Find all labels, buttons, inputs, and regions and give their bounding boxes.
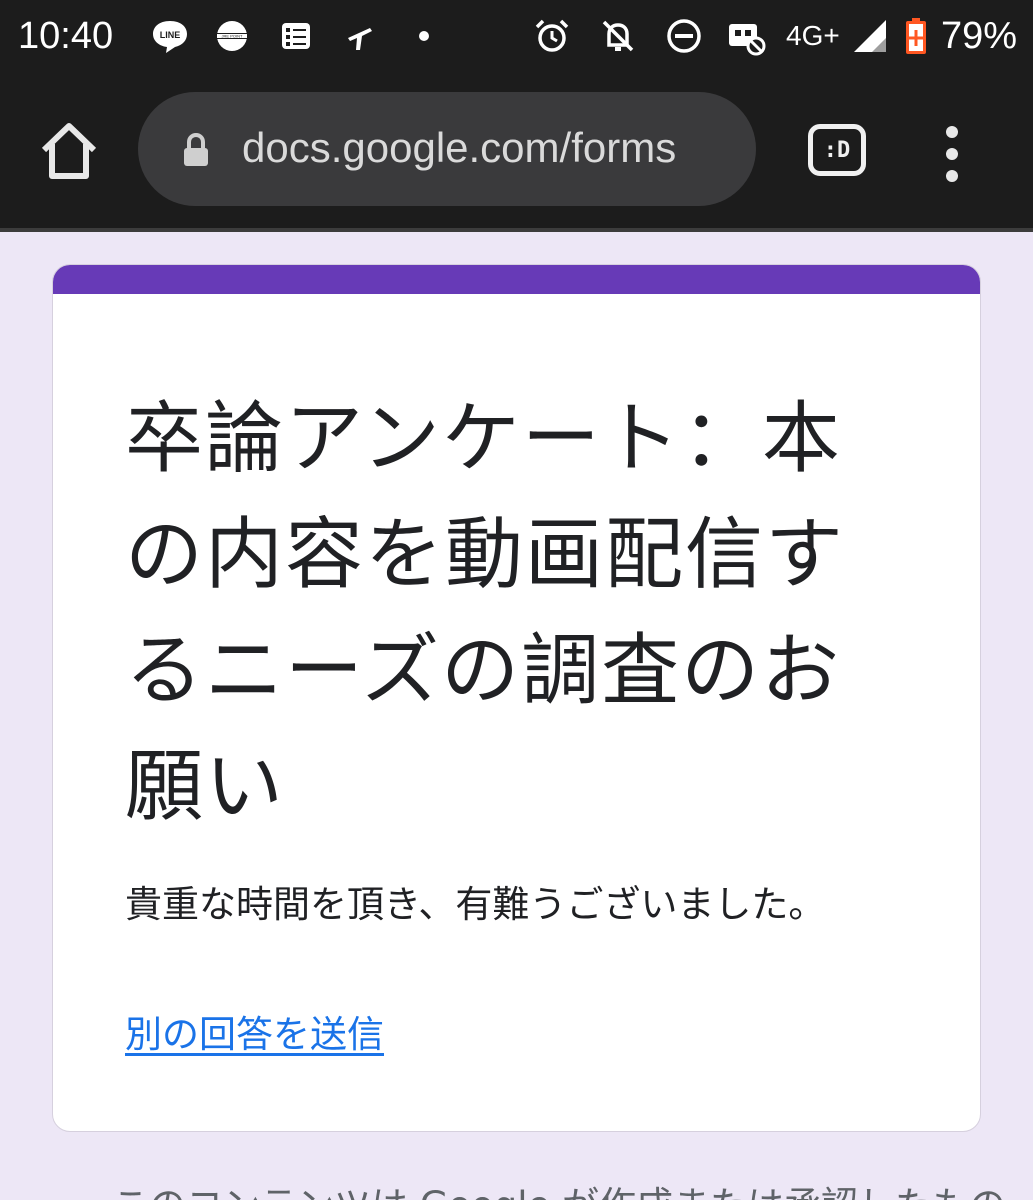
do-not-disturb-icon <box>664 16 704 56</box>
form-title: 卒論アンケート：本の内容を動画配信するニーズの調査のお願い <box>125 394 846 832</box>
home-icon <box>41 123 97 179</box>
jre-point-icon: JRE POINT <box>212 16 252 56</box>
confirmation-message: 貴重な時間を頂き、有難うございました。 <box>125 883 826 926</box>
overflow-menu-button[interactable] <box>932 122 972 186</box>
lock-icon <box>176 130 216 170</box>
tab-switcher-button[interactable]: :D <box>808 124 866 176</box>
plane-icon <box>340 16 380 56</box>
network-type-label: 4G+ <box>786 20 840 51</box>
alarm-icon <box>532 16 572 56</box>
home-button[interactable] <box>36 118 102 184</box>
checklist-icon <box>276 16 316 56</box>
browser-toolbar: docs.google.com/forms :D <box>0 78 1033 230</box>
vpn-icon <box>726 16 766 56</box>
footer-disclaimer: このコンテンツは Google が作成または承認したもの <box>112 1180 1006 1200</box>
url-text: docs.google.com/forms <box>242 124 677 171</box>
toolbar-divider <box>0 228 1033 232</box>
svg-text:LINE: LINE <box>160 30 181 40</box>
line-icon: LINE <box>150 16 190 56</box>
card-accent-bar <box>53 265 980 294</box>
dot-icon <box>404 16 444 56</box>
submit-another-response-link[interactable]: 別の回答を送信 <box>125 1009 384 1061</box>
svg-text:JRE POINT: JRE POINT <box>222 34 243 39</box>
more-vert-icon <box>946 126 958 182</box>
notifications-off-icon <box>598 16 638 56</box>
battery-percentage: 79% <box>941 15 1018 57</box>
status-time: 10:40 <box>18 15 114 57</box>
form-card: 卒論アンケート：本の内容を動画配信するニーズの調査のお願い 貴重な時間を頂き、有… <box>52 264 981 1132</box>
battery-icon <box>896 16 936 56</box>
address-bar[interactable]: docs.google.com/forms <box>138 92 756 206</box>
status-bar: 10:40 LINE JRE POINT 4G+ 79% <box>0 0 1033 78</box>
signal-icon <box>850 16 890 56</box>
